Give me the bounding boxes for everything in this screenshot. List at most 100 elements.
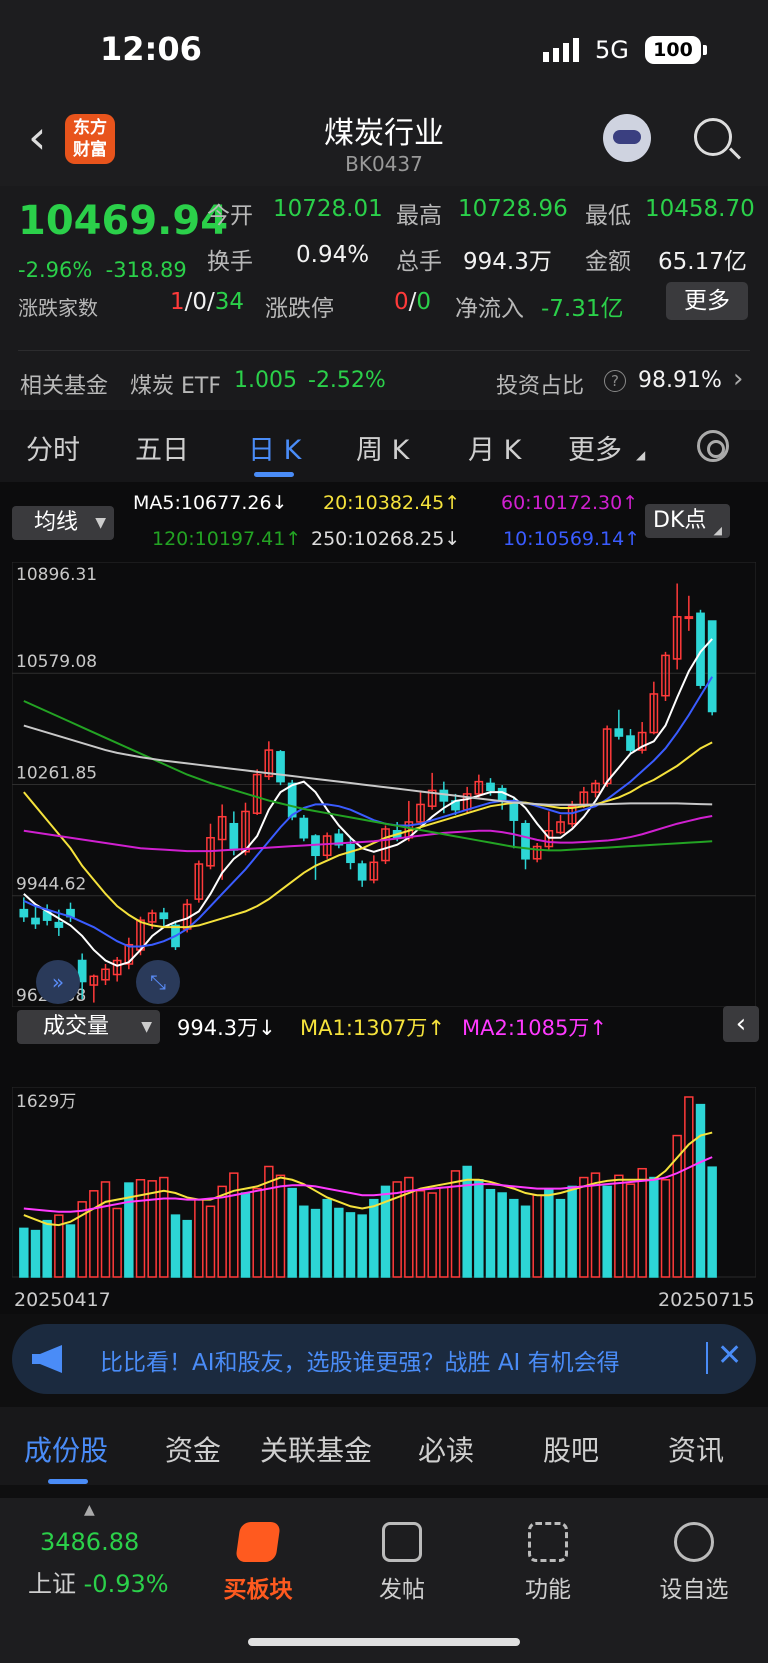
volume-bar bbox=[229, 1172, 239, 1278]
volume-ma2: MA2:1085万↑ bbox=[462, 1016, 607, 1040]
dk-point-button[interactable]: DK点 ◢ bbox=[645, 504, 730, 538]
candle-body bbox=[229, 822, 239, 851]
gear-icon[interactable] bbox=[697, 430, 729, 462]
page-title: 煤炭行业 bbox=[324, 116, 444, 151]
volume-bar bbox=[684, 1096, 694, 1278]
turnover-label: 换手 bbox=[207, 249, 253, 275]
search-icon[interactable] bbox=[694, 118, 732, 156]
tab-more[interactable]: 更多 bbox=[568, 428, 622, 467]
volume-bar bbox=[194, 1198, 204, 1278]
promo-banner[interactable]: 比比看！AI和股友，选股谁更强？战胜 AI 有机会得 ✕ bbox=[12, 1324, 756, 1394]
battery-icon: 100 bbox=[645, 36, 701, 64]
low-label: 最低 bbox=[585, 203, 631, 229]
volume-bar bbox=[159, 1176, 169, 1278]
volume-chart[interactable]: 1629万 bbox=[12, 1087, 756, 1279]
expand-left-icon[interactable]: » bbox=[36, 960, 80, 1004]
volume-max-label: 1629万 bbox=[16, 1092, 76, 1112]
tab-constituents[interactable]: 成份股 bbox=[24, 1429, 108, 1469]
tab-daily-k[interactable]: 日 K bbox=[248, 428, 301, 467]
status-time: 12:06 bbox=[100, 30, 202, 68]
dk-point-label: DK点 bbox=[653, 508, 707, 533]
tab-intraday[interactable]: 分时 bbox=[26, 428, 80, 467]
tab-news[interactable]: 资讯 bbox=[668, 1429, 724, 1469]
volume-bar bbox=[147, 1180, 157, 1278]
chevron-right-icon[interactable]: › bbox=[733, 364, 743, 394]
index-row[interactable]: 上证 -0.93% bbox=[28, 1564, 169, 1599]
ma10-readout: 10:10569.14↑ bbox=[503, 528, 641, 550]
volume-bar bbox=[252, 1187, 262, 1278]
volume-bar bbox=[707, 1166, 717, 1278]
candle-body bbox=[54, 921, 64, 928]
banner-divider bbox=[706, 1342, 708, 1374]
tab-must-read[interactable]: 必读 bbox=[418, 1429, 474, 1469]
collapse-panel-icon[interactable]: ‹ bbox=[723, 1006, 759, 1042]
grid-icon bbox=[528, 1522, 568, 1562]
fullscreen-icon[interactable]: ⤡ bbox=[136, 960, 180, 1004]
volume-bar bbox=[660, 1179, 671, 1278]
close-icon[interactable]: ✕ bbox=[717, 1338, 742, 1373]
index-value[interactable]: 3486.88 bbox=[40, 1528, 139, 1556]
change-abs: -318.89 bbox=[105, 258, 187, 282]
candle-body bbox=[707, 620, 717, 713]
volume-bar bbox=[520, 1205, 531, 1278]
volume-bar bbox=[555, 1198, 566, 1278]
post-button[interactable]: 发帖 bbox=[342, 1522, 462, 1604]
tab-capital[interactable]: 资金 bbox=[165, 1429, 221, 1469]
more-button[interactable]: 更多 bbox=[666, 282, 748, 320]
functions-label: 功能 bbox=[525, 1577, 571, 1603]
fund-change: -2.52% bbox=[308, 368, 386, 393]
network-type: 5G bbox=[595, 36, 629, 64]
tab-related-funds[interactable]: 关联基金 bbox=[260, 1429, 372, 1469]
volume-bar bbox=[614, 1174, 624, 1278]
volume-bar bbox=[532, 1194, 542, 1278]
sector-code: BK0437 bbox=[345, 152, 423, 176]
add-watchlist-button[interactable]: 设自选 bbox=[634, 1522, 754, 1604]
buy-sector-label: 买板块 bbox=[223, 1577, 293, 1603]
volume-bar bbox=[497, 1192, 507, 1278]
edit-icon bbox=[382, 1522, 422, 1562]
status-bar: 12:06 5G 100 bbox=[0, 0, 768, 100]
volume-bar bbox=[334, 1207, 344, 1278]
banner-text[interactable]: 比比看！AI和股友，选股谁更强？战胜 AI 有机会得 bbox=[100, 1343, 695, 1377]
assistant-robot-icon[interactable] bbox=[603, 114, 651, 162]
functions-button[interactable]: 功能 bbox=[488, 1522, 608, 1604]
volume-bar bbox=[100, 1181, 111, 1278]
volume-value: 994.3万 bbox=[463, 249, 552, 275]
tab-forum[interactable]: 股吧 bbox=[543, 1429, 599, 1469]
quote-panel: 10469.94 -2.96% -318.89 今开 10728.01 最高 1… bbox=[0, 186, 768, 410]
tab-weekly-k[interactable]: 周 K bbox=[356, 428, 409, 467]
bottom-toolbar: ▲ 3486.88 上证 -0.93% 买板块 发帖 功能 设自选 bbox=[0, 1498, 768, 1663]
limit-down: 0 bbox=[416, 289, 432, 315]
candle-body bbox=[439, 789, 449, 802]
volume-bar bbox=[112, 1207, 122, 1278]
weight-label: 投资占比 bbox=[496, 374, 585, 399]
candle-body bbox=[626, 735, 635, 751]
index-expand-icon[interactable]: ▲ bbox=[84, 1502, 95, 1518]
ma5-line bbox=[23, 638, 713, 967]
tab-five-day[interactable]: 五日 bbox=[135, 428, 189, 467]
tab-monthly-k[interactable]: 月 K bbox=[468, 428, 521, 467]
volume-bar bbox=[345, 1212, 356, 1278]
breadth-flat: 0 bbox=[192, 289, 208, 315]
more-triangle-icon: ◢ bbox=[636, 448, 646, 462]
quote-divider bbox=[18, 350, 750, 351]
buy-sector-icon bbox=[235, 1522, 281, 1562]
amount-value: 65.17亿 bbox=[658, 249, 747, 275]
index-change: -0.93% bbox=[83, 1570, 169, 1598]
active-tab-indicator bbox=[254, 472, 294, 477]
volume-bar bbox=[567, 1185, 577, 1278]
buy-sector-button[interactable]: 买板块 bbox=[198, 1522, 318, 1604]
candle-body bbox=[486, 782, 495, 792]
kline-chart[interactable]: 10896.3110579.0810261.859944.629627.38 bbox=[12, 562, 756, 1007]
volume-indicator-select[interactable]: 成交量 ▼ bbox=[17, 1010, 160, 1044]
volume-bar bbox=[310, 1208, 321, 1278]
fund-name[interactable]: 煤炭 ETF bbox=[130, 368, 221, 400]
volume-bar bbox=[579, 1176, 589, 1278]
signal-icon bbox=[543, 38, 579, 62]
more-dots-icon bbox=[674, 1522, 714, 1562]
volume-bar bbox=[625, 1183, 636, 1278]
battery-tip bbox=[703, 45, 707, 55]
limit-value: 0/0 bbox=[394, 289, 431, 315]
indicator-select[interactable]: 均线 ▼ bbox=[12, 506, 114, 540]
help-icon[interactable]: ? bbox=[604, 370, 626, 392]
